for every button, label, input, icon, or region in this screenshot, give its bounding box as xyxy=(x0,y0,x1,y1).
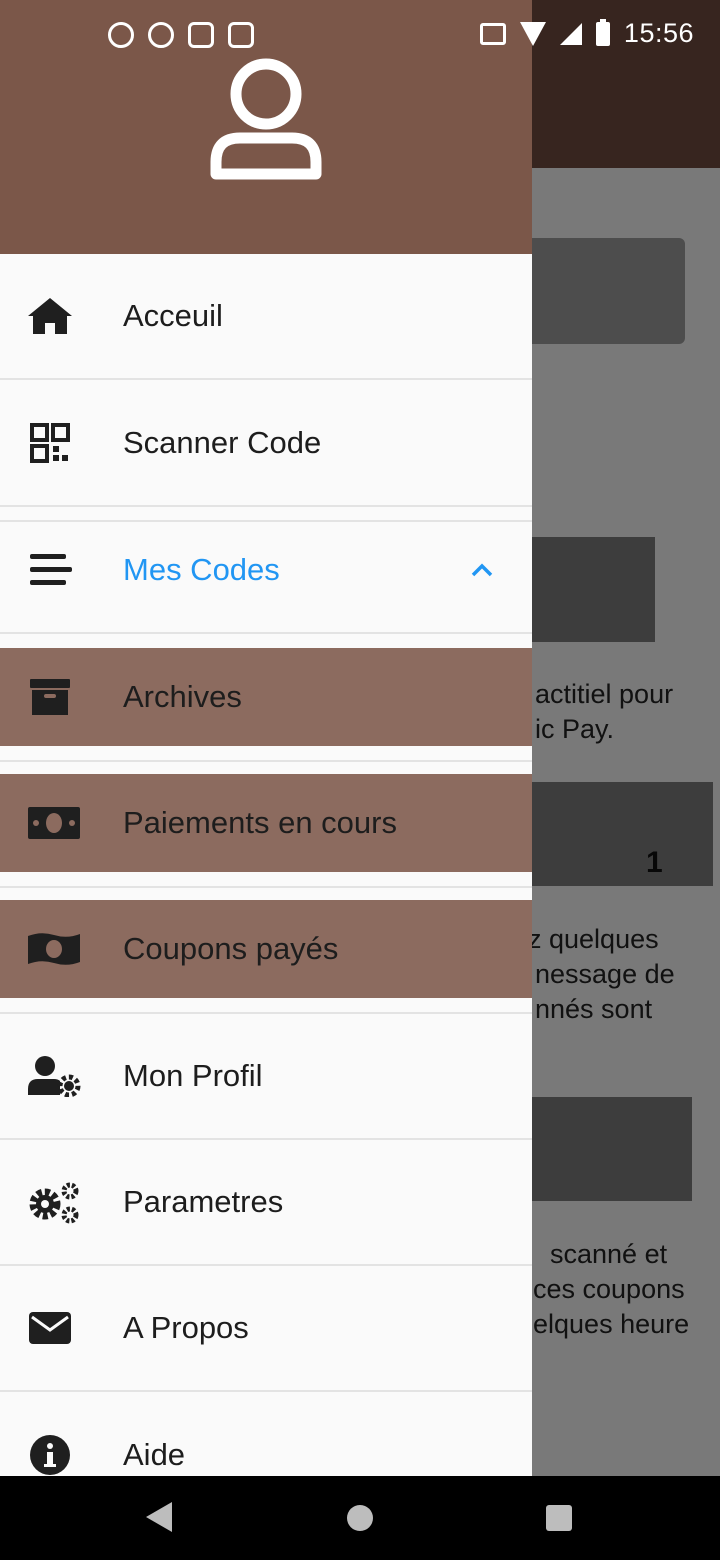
menu-item-scanner-code[interactable]: Scanner Code xyxy=(0,381,532,507)
signal-icon xyxy=(559,22,582,45)
menu-label-a-propos: A Propos xyxy=(123,1310,249,1345)
status-time: 15:56 xyxy=(623,18,694,48)
menu-label-acceuil: Acceuil xyxy=(123,298,223,333)
menu-label-mon-profil: Mon Profil xyxy=(123,1058,263,1093)
menu-item-acceuil[interactable]: Acceuil xyxy=(0,254,532,380)
menu-item-parametres[interactable]: Parametres xyxy=(0,1140,532,1266)
notification-plus-icon xyxy=(148,22,174,48)
notification-shield-icon xyxy=(228,22,254,48)
cogs-icon xyxy=(26,1178,82,1226)
wifi-icon xyxy=(519,21,546,46)
vibrate-icon xyxy=(479,22,506,45)
menu-label-paiements-en-cours: Paiements en cours xyxy=(123,805,397,840)
notification-c-icon xyxy=(108,22,134,48)
money-bill-icon xyxy=(26,799,82,847)
back-icon[interactable] xyxy=(146,1502,172,1532)
system-navigation-bar xyxy=(0,1476,720,1560)
user-cog-icon xyxy=(26,1052,82,1100)
menu-item-paiements-en-cours[interactable]: Paiements en cours xyxy=(0,774,532,872)
menu-item-mes-codes[interactable]: Mes Codes xyxy=(0,508,532,634)
menu-label-mes-codes: Mes Codes xyxy=(123,552,280,587)
menu-item-a-propos[interactable]: A Propos xyxy=(0,1266,532,1392)
archive-box-icon xyxy=(26,673,74,721)
status-right: 15:56 xyxy=(479,18,694,49)
qr-code-icon xyxy=(26,419,74,467)
section-divider xyxy=(0,760,532,762)
section-divider xyxy=(0,886,532,888)
menu-label-scanner-code: Scanner Code xyxy=(123,425,322,460)
menu-label-coupons-payes: Coupons payés xyxy=(123,931,339,966)
menu-item-aide[interactable]: Aide xyxy=(0,1392,532,1476)
menu-item-archives[interactable]: Archives xyxy=(0,648,532,746)
notification-icons xyxy=(108,22,254,48)
money-bill-wave-icon xyxy=(26,925,82,973)
battery-charging-icon xyxy=(595,18,610,46)
recents-icon[interactable] xyxy=(546,1505,572,1531)
menu-label-aide: Aide xyxy=(123,1437,186,1472)
home-circle-icon[interactable] xyxy=(347,1505,373,1531)
list-icon xyxy=(26,546,74,594)
notification-sync-icon xyxy=(188,22,214,48)
info-circle-icon xyxy=(26,1431,74,1476)
user-avatar-icon xyxy=(210,58,322,180)
envelope-icon xyxy=(26,1304,74,1352)
navigation-drawer: Acceuil Scanner Code Mes Codes Archives … xyxy=(0,0,532,1476)
menu-item-mon-profil[interactable]: Mon Profil xyxy=(0,1014,532,1140)
home-icon xyxy=(26,292,74,340)
menu-label-archives: Archives xyxy=(123,679,242,714)
status-bar: 15:56 xyxy=(0,0,720,72)
menu-label-parametres: Parametres xyxy=(123,1184,284,1219)
menu-item-coupons-payes[interactable]: Coupons payés xyxy=(0,900,532,998)
chevron-up-icon[interactable] xyxy=(470,558,494,582)
